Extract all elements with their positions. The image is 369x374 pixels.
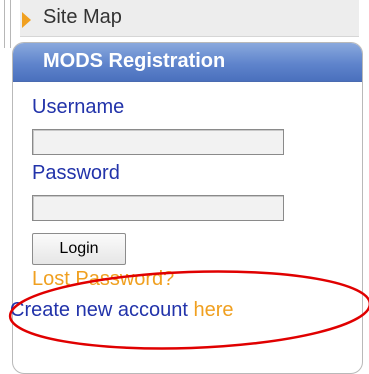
login-button[interactable]: Login (32, 233, 126, 265)
panel-header: MODS Registration (13, 43, 362, 82)
left-border-line (4, 0, 5, 48)
sidebar-item-site-map[interactable]: Site Map (20, 0, 359, 37)
password-input[interactable] (32, 195, 284, 221)
username-label: Username (32, 96, 125, 118)
password-label: Password (32, 162, 120, 184)
create-account-text: Create new account (10, 299, 188, 321)
left-border-line-inner (10, 0, 11, 48)
panel-title: MODS Registration (43, 50, 226, 72)
sidebar-item-label: Site Map (43, 6, 122, 28)
lost-password-link[interactable]: Lost Password? (32, 268, 174, 291)
create-account-line: Create new account here (10, 299, 233, 322)
arrow-right-icon (22, 12, 31, 28)
username-input[interactable] (32, 129, 284, 155)
create-account-link[interactable]: here (193, 299, 233, 321)
